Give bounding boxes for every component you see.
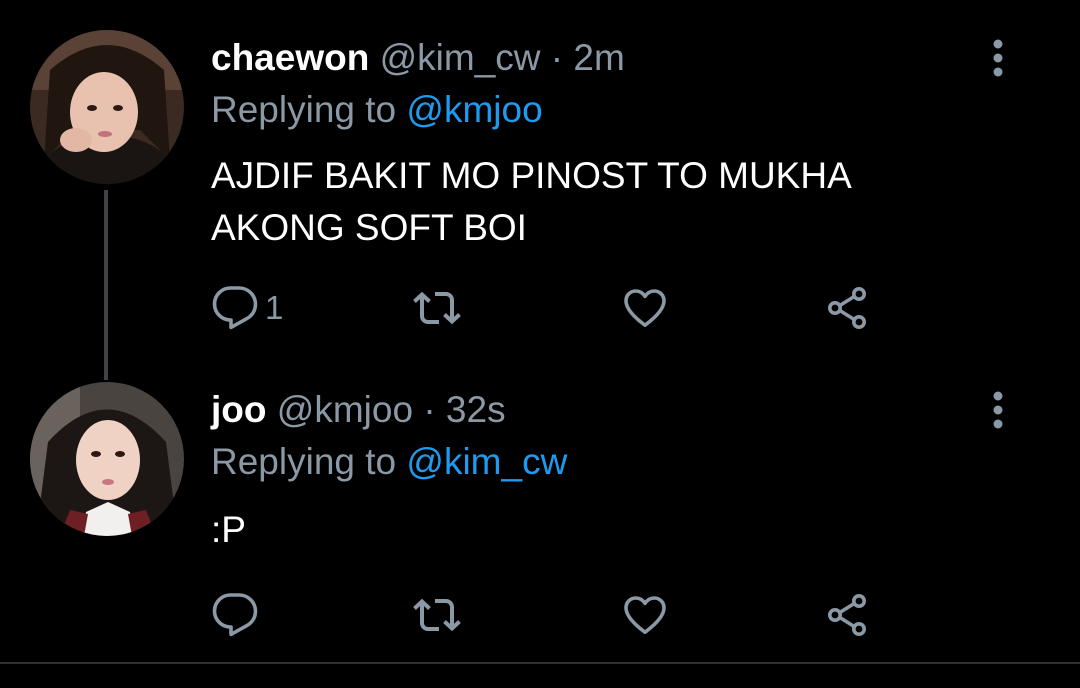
like-button[interactable] bbox=[621, 280, 669, 336]
user-handle[interactable]: @kim_cw bbox=[380, 37, 541, 78]
more-options-button[interactable] bbox=[982, 388, 1014, 432]
reply-button[interactable] bbox=[211, 587, 265, 643]
retweet-button[interactable] bbox=[411, 587, 463, 643]
retweet-button[interactable] bbox=[411, 280, 463, 336]
separator-dot: · bbox=[423, 389, 436, 430]
more-vertical-icon bbox=[993, 391, 1003, 429]
replying-to-handle[interactable]: @kim_cw bbox=[406, 441, 567, 482]
replying-to: Replying to @kmjoo bbox=[211, 88, 543, 132]
display-name[interactable]: joo bbox=[211, 389, 266, 430]
avatar[interactable] bbox=[30, 30, 184, 184]
tweet-header: chaewon @kim_cw · 2m bbox=[211, 36, 625, 80]
replying-to: Replying to @kim_cw bbox=[211, 440, 567, 484]
tweet-actions: 1 bbox=[211, 280, 911, 336]
timestamp[interactable]: 32s bbox=[446, 389, 506, 430]
like-button[interactable] bbox=[621, 587, 669, 643]
like-icon bbox=[624, 289, 666, 327]
divider bbox=[0, 662, 1080, 664]
timestamp[interactable]: 2m bbox=[573, 37, 624, 78]
tweet[interactable]: chaewon @kim_cw · 2m Replying to @kmjoo … bbox=[0, 0, 1080, 345]
replying-to-label: Replying to bbox=[211, 89, 397, 130]
tweet[interactable]: joo @kmjoo · 32s Replying to @kim_cw :P bbox=[0, 352, 1080, 662]
reply-button[interactable]: 1 bbox=[211, 280, 283, 336]
tweet-text: :P bbox=[211, 509, 246, 550]
display-name[interactable]: chaewon bbox=[211, 37, 369, 78]
tweet-text: AJDIF BAKIT MO PINOST TO MUKHA AKONG SOF… bbox=[211, 155, 850, 248]
separator-dot: · bbox=[550, 37, 564, 78]
reply-icon bbox=[212, 593, 258, 637]
share-icon bbox=[828, 594, 866, 636]
share-icon bbox=[828, 287, 866, 329]
share-button[interactable] bbox=[823, 587, 871, 643]
retweet-icon bbox=[413, 291, 461, 325]
tweet-actions bbox=[211, 587, 911, 643]
share-button[interactable] bbox=[823, 280, 871, 336]
reply-count: 1 bbox=[265, 289, 284, 326]
reply-icon bbox=[212, 286, 258, 330]
avatar[interactable] bbox=[30, 382, 184, 536]
user-handle[interactable]: @kmjoo bbox=[277, 389, 413, 430]
timeline: chaewon @kim_cw · 2m Replying to @kmjoo … bbox=[0, 0, 1080, 688]
more-options-button[interactable] bbox=[982, 36, 1014, 80]
more-vertical-icon bbox=[993, 39, 1003, 77]
replying-to-handle[interactable]: @kmjoo bbox=[406, 89, 542, 130]
tweet-header: joo @kmjoo · 32s bbox=[211, 388, 506, 432]
retweet-icon bbox=[413, 598, 461, 632]
replying-to-label: Replying to bbox=[211, 441, 397, 482]
like-icon bbox=[624, 596, 666, 634]
